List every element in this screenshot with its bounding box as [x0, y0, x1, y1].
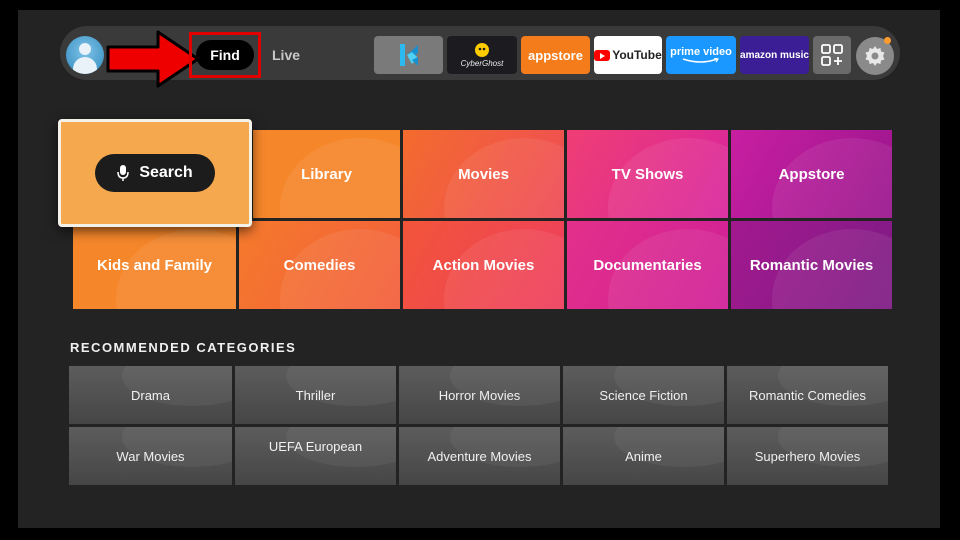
tile-tv-shows[interactable]: TV Shows: [567, 130, 728, 218]
tile-appstore[interactable]: Appstore: [731, 130, 892, 218]
category-superhero-movies[interactable]: Superhero Movies: [727, 427, 888, 485]
app-appstore[interactable]: appstore: [521, 36, 590, 74]
search-label: Search: [139, 164, 193, 181]
kodi-icon: [399, 44, 418, 66]
app-cyberghost[interactable]: CyberGhost: [447, 36, 517, 74]
category-science-fiction[interactable]: Science Fiction: [563, 366, 724, 424]
cyberghost-icon: [475, 43, 489, 57]
app-kodi[interactable]: [374, 36, 443, 74]
nav-find-button[interactable]: Find: [196, 40, 254, 70]
tile-kids-and-family[interactable]: Kids and Family: [73, 221, 236, 309]
profile-avatar[interactable]: [66, 36, 104, 74]
category-drama[interactable]: Drama: [69, 366, 232, 424]
tile-search[interactable]: Search: [58, 119, 252, 227]
app-youtube[interactable]: YouTube: [594, 36, 662, 74]
tile-action-movies[interactable]: Action Movies: [403, 221, 564, 309]
notification-dot: [884, 37, 891, 44]
search-button[interactable]: Search: [95, 154, 215, 192]
tile-library[interactable]: Library: [253, 130, 400, 218]
fire-tv-screen: Find Live CyberGhost appstore YouTube pr…: [18, 10, 940, 528]
avatar-head: [79, 43, 91, 55]
microphone-icon: [117, 165, 130, 181]
tile-documentaries[interactable]: Documentaries: [567, 221, 728, 309]
tile-movies[interactable]: Movies: [403, 130, 564, 218]
app-amazon-music[interactable]: amazon music: [740, 36, 809, 74]
category-romantic-comedies[interactable]: Romantic Comedies: [727, 366, 888, 424]
recommended-categories-heading: RECOMMENDED CATEGORIES: [70, 340, 297, 355]
category-horror-movies[interactable]: Horror Movies: [399, 366, 560, 424]
cyberghost-label: CyberGhost: [460, 59, 504, 68]
prime-video-label: prime video: [670, 46, 732, 58]
youtube-play-icon: [594, 49, 611, 61]
nav-live-button[interactable]: Live: [272, 47, 300, 63]
category-war-movies[interactable]: War Movies: [69, 427, 232, 485]
youtube-label: YouTube: [612, 48, 662, 62]
apps-grid-plus-icon: [821, 44, 843, 66]
prime-smile-icon: [682, 58, 719, 63]
red-arrow-icon: [106, 30, 200, 88]
category-anime[interactable]: Anime: [563, 427, 724, 485]
app-prime-video[interactable]: prime video: [666, 36, 736, 74]
app-library-grid[interactable]: [813, 36, 851, 74]
category-uefa-european[interactable]: UEFA European: [235, 427, 396, 485]
avatar-body: [73, 57, 97, 74]
tile-romantic-movies[interactable]: Romantic Movies: [731, 221, 892, 309]
tile-comedies[interactable]: Comedies: [239, 221, 400, 309]
category-adventure-movies[interactable]: Adventure Movies: [399, 427, 560, 485]
category-thriller[interactable]: Thriller: [235, 366, 396, 424]
gear-icon: [865, 46, 885, 66]
